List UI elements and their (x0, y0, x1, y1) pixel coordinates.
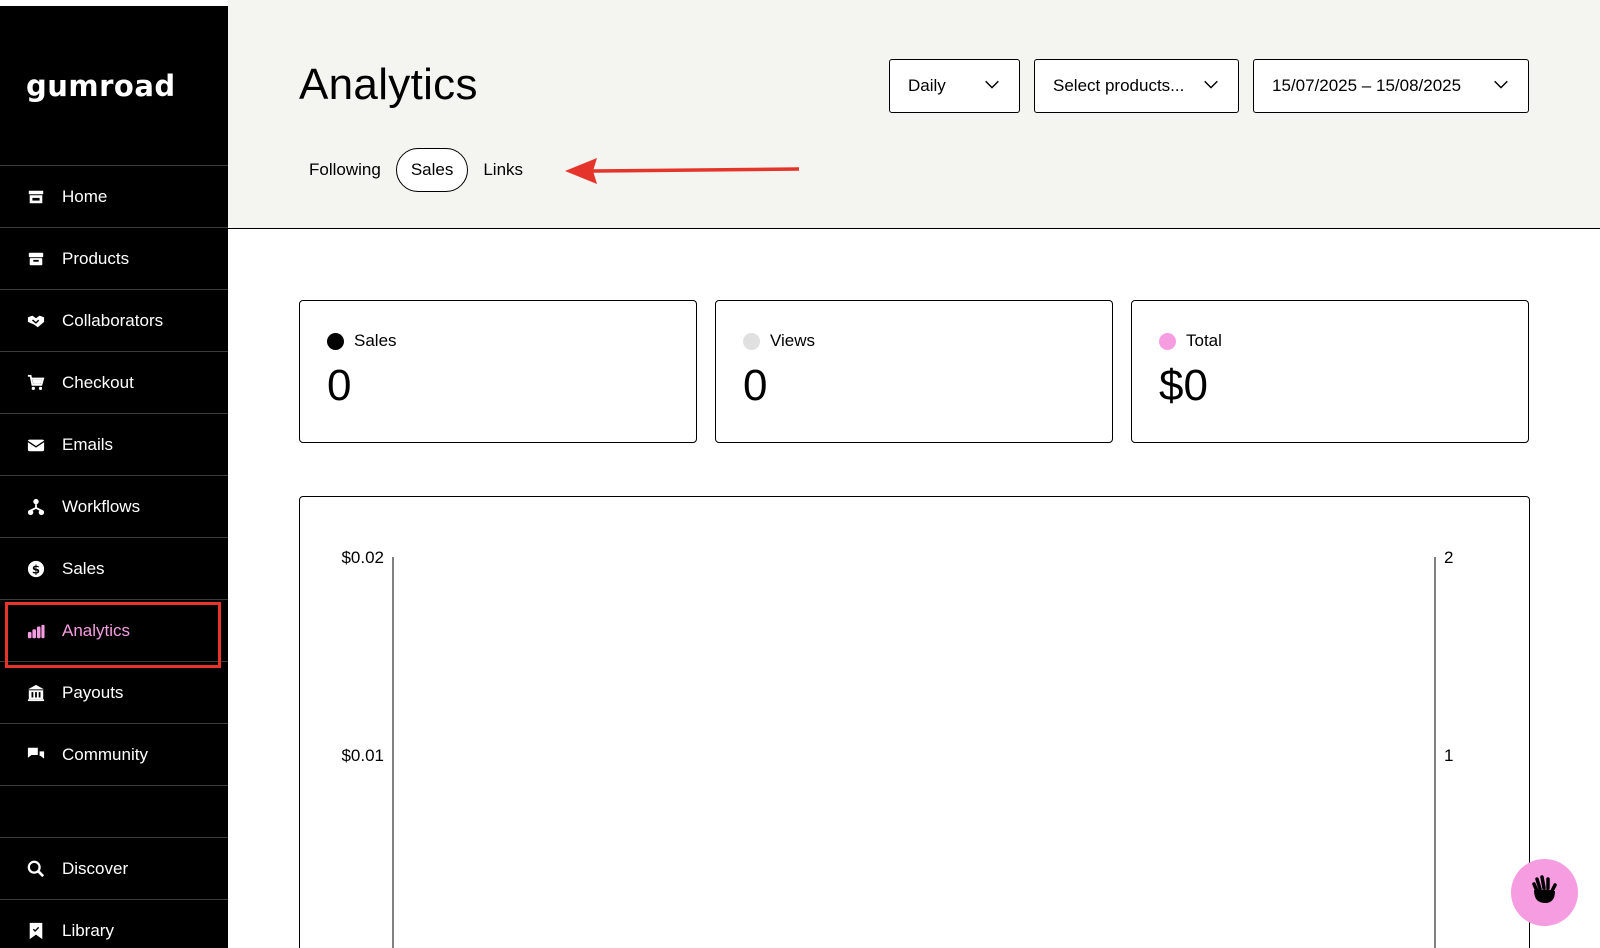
tab-following[interactable]: Following (294, 148, 396, 192)
y-right-tick: 1 (1444, 746, 1453, 765)
products-select[interactable]: Select products... (1034, 59, 1239, 113)
page-header: Analytics Daily Select products... 15/07… (228, 0, 1600, 229)
sidebar-item-label: Library (62, 920, 114, 940)
search-icon (26, 859, 46, 879)
sidebar-item-label: Payouts (62, 682, 124, 702)
sidebar-item-workflows[interactable]: Workflows (0, 476, 228, 538)
stat-value: $0 (1159, 361, 1208, 410)
chat-icon (26, 745, 46, 765)
sidebar-item-payouts[interactable]: Payouts (0, 662, 228, 724)
sidebar-item-home[interactable]: Home (0, 166, 228, 228)
stat-label: Total (1186, 331, 1222, 350)
sidebar-item-checkout[interactable]: Checkout (0, 352, 228, 414)
sidebar-item-label: Workflows (62, 496, 141, 516)
stat-card-views: Views 0 (715, 300, 1113, 443)
date-range-select[interactable]: 15/07/2025 – 15/08/2025 (1253, 59, 1529, 113)
chevron-down-icon (1202, 75, 1220, 98)
period-select[interactable]: Daily (889, 59, 1020, 113)
sidebar-item-label: Checkout (62, 372, 134, 392)
stat-card-sales: Sales 0 (299, 300, 697, 443)
gumroad-logo[interactable]: gumroad (0, 6, 228, 166)
sidebar-item-label: Sales (62, 558, 105, 578)
waving-hand-icon (1528, 873, 1562, 912)
stat-card-total: Total $0 (1131, 300, 1529, 443)
sidebar-item-label: Analytics (62, 620, 131, 640)
workflow-icon (26, 497, 46, 517)
bar-chart-icon (26, 621, 46, 641)
dollar-circle-icon: $ (26, 559, 46, 579)
chart-svg: $0.02 $0.01 2 1 (341, 548, 1453, 948)
sidebar-item-collaborators[interactable]: Collaborators (0, 290, 228, 352)
sales-chart: $0.02 $0.01 2 1 (299, 496, 1530, 948)
sidebar-item-label: Discover (62, 858, 129, 878)
views-dot (743, 332, 760, 350)
products-select-value: Select products... (1053, 76, 1185, 95)
annotation-arrow (565, 158, 800, 184)
sidebar-item-label: Community (62, 744, 148, 764)
sidebar-item-label: Collaborators (62, 310, 164, 330)
archive-icon (26, 249, 46, 269)
chevron-down-icon (1492, 75, 1510, 98)
sidebar-item-discover[interactable]: Discover (0, 838, 228, 900)
sidebar-spacer (0, 786, 228, 838)
help-button[interactable] (1511, 859, 1578, 926)
envelope-icon (26, 435, 46, 455)
bookmark-icon (26, 921, 46, 941)
total-dot (1159, 332, 1176, 350)
page-title: Analytics (299, 60, 478, 109)
tab-sales[interactable]: Sales (395, 148, 469, 192)
sidebar-item-analytics[interactable]: Analytics (0, 600, 228, 668)
sidebar-item-community[interactable]: Community (0, 724, 228, 786)
stat-value: 0 (743, 361, 768, 410)
y-left-tick: $0.01 (341, 746, 384, 765)
sales-dot (327, 332, 344, 350)
sidebar-item-products[interactable]: Products (0, 228, 228, 290)
y-left-tick: $0.02 (341, 548, 384, 567)
sidebar-item-sales[interactable]: $ Sales (0, 538, 228, 600)
sidebar-item-label: Products (62, 248, 130, 268)
store-icon (26, 187, 46, 207)
stat-label: Sales (354, 331, 397, 350)
bank-icon (26, 683, 46, 703)
sidebar-item-label: Home (62, 186, 108, 206)
handshake-icon (26, 311, 46, 331)
analytics-tabs: Following Sales Links (294, 148, 538, 192)
svg-text:$: $ (32, 562, 40, 576)
chevron-down-icon (983, 75, 1001, 98)
date-range-value: 15/07/2025 – 15/08/2025 (1272, 76, 1462, 95)
tab-links[interactable]: Links (468, 148, 538, 192)
sidebar-item-emails[interactable]: Emails (0, 414, 228, 476)
y-right-tick: 2 (1444, 548, 1453, 567)
logo-text: gumroad (26, 68, 176, 103)
stat-value: 0 (327, 361, 352, 410)
stat-label: Views (770, 331, 816, 350)
sidebar: gumroad Home Products Collaborators Chec… (0, 6, 228, 948)
sidebar-item-library[interactable]: Library (0, 900, 228, 948)
cart-icon (26, 373, 46, 393)
period-select-value: Daily (908, 76, 946, 95)
sidebar-item-label: Emails (62, 434, 114, 454)
